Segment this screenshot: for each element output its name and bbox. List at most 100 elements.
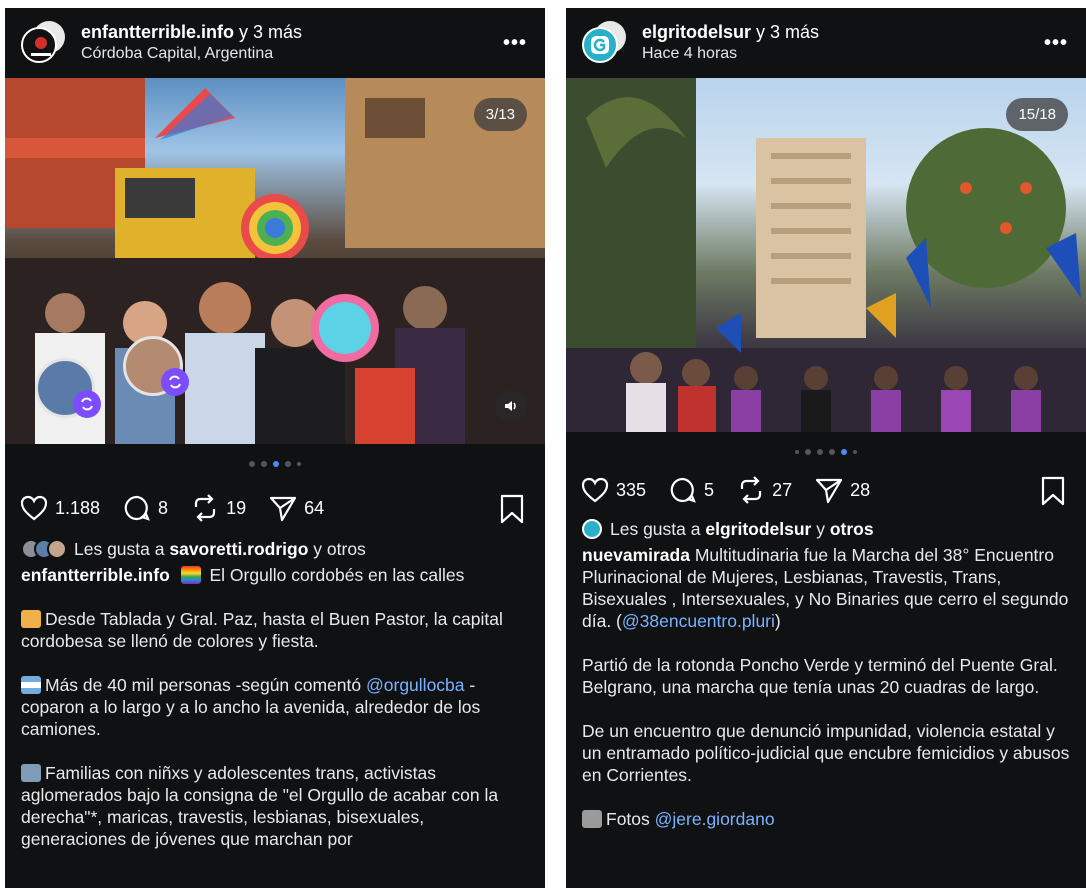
photo-womens-march	[566, 78, 1086, 432]
repost-icon	[740, 476, 762, 504]
action-bar: 335 5 27 28	[566, 472, 1086, 508]
like-count: 1.188	[55, 497, 101, 518]
author-username[interactable]: enfantterrible.info	[81, 22, 234, 42]
share-count: 64	[304, 497, 325, 518]
liked-by-line[interactable]: Les gusta a savoretti.rodrigo y otros	[21, 538, 529, 560]
caption-username[interactable]: nuevamirada	[582, 545, 690, 565]
comment-count: 8	[158, 497, 169, 518]
share-count: 28	[850, 479, 871, 500]
caption-paragraph: nuevamirada Multitudinaria fue la Marcha…	[582, 544, 1070, 632]
header-title: elgritodelsur y 3 más	[642, 21, 819, 43]
carousel-dot	[853, 450, 857, 454]
author-username[interactable]: elgritodelsur	[642, 22, 751, 42]
share-button[interactable]: 28	[814, 475, 870, 505]
post-caption: Les gusta a savoretti.rodrigo y otros en…	[5, 532, 545, 850]
carousel-dot	[829, 449, 835, 455]
liked-by-line[interactable]: Les gusta a elgritodelsur y otros	[582, 518, 1070, 540]
heart-icon	[581, 477, 609, 503]
sound-toggle-button[interactable]	[495, 390, 527, 422]
send-icon	[269, 496, 297, 522]
media-counter: 15/18	[1006, 98, 1068, 131]
save-button[interactable]	[1040, 476, 1066, 511]
caption-headline-text: El Orgullo cordobés en las calles	[204, 565, 465, 585]
caption-paragraph: De un encuentro que denunció impunidad, …	[582, 721, 1070, 785]
repost-button[interactable]: 19	[190, 493, 246, 523]
mention-link[interactable]: @jere.giordano	[655, 809, 775, 829]
liked-by-middle: y	[811, 519, 830, 539]
logo-icon	[31, 37, 51, 56]
repost-icon	[194, 494, 216, 522]
like-button[interactable]: 335	[580, 475, 646, 505]
liked-by-others[interactable]: otros	[830, 519, 874, 539]
author-avatar-stack[interactable]	[19, 19, 67, 67]
caption-paragraph: Más de 40 mil personas -según comentó @o…	[21, 674, 529, 740]
liked-by-user[interactable]: elgritodelsur	[705, 519, 811, 539]
post-image[interactable]: 15/18	[566, 78, 1086, 432]
carousel-dot-active	[273, 461, 279, 467]
caption-text: Desde Tablada y Gral. Paz, hasta el Buen…	[21, 609, 503, 651]
repost-count: 19	[226, 497, 247, 518]
bookmark-icon	[1041, 476, 1065, 506]
logo-icon	[591, 36, 609, 54]
share-button[interactable]: 64	[268, 493, 324, 523]
author-avatar	[582, 27, 618, 63]
heart-icon	[20, 495, 48, 521]
save-button[interactable]	[499, 494, 525, 529]
carousel-dot	[249, 461, 255, 467]
more-options-button[interactable]: •••	[1044, 32, 1068, 55]
carousel-dot	[795, 450, 799, 454]
caption-text: )	[774, 611, 781, 631]
timestamp-label: Hace 4 horas	[642, 45, 738, 62]
caption-paragraph: Fotos @jere.giordano	[582, 808, 1070, 830]
post-image[interactable]: 3/13	[5, 78, 545, 444]
repost-icon	[161, 368, 189, 396]
carousel-dot	[817, 449, 823, 455]
location-label[interactable]: Córdoba Capital, Argentina	[81, 43, 302, 65]
author-avatar-stack[interactable]	[580, 19, 628, 67]
post-header: enfantterrible.info y 3 más Córdoba Capi…	[5, 8, 545, 78]
carousel-dot	[297, 462, 301, 466]
carousel-dot	[285, 461, 291, 467]
more-options-button[interactable]: •••	[503, 32, 527, 55]
mention-link[interactable]: @38encuentro.pluri	[622, 611, 775, 631]
caption-text: Más de 40 mil personas -según comentó	[45, 675, 366, 695]
carousel-dot	[805, 449, 811, 455]
author-avatar	[21, 27, 57, 63]
liked-by-suffix: y otros	[308, 539, 366, 559]
comment-icon	[124, 495, 150, 521]
repost-button[interactable]: 27	[736, 475, 792, 505]
people-emoji-icon	[21, 764, 41, 782]
coauthors-label[interactable]: y 3 más	[234, 22, 302, 42]
post-caption: Les gusta a elgritodelsur y otros nuevam…	[566, 508, 1086, 830]
caption-text: Familias con niñxs y adolescentes trans,…	[21, 763, 499, 849]
repost-count: 27	[772, 479, 793, 500]
liked-by-user[interactable]: savoretti.rodrigo	[169, 539, 308, 559]
carousel-dot-active	[841, 449, 847, 455]
caption-username[interactable]: enfantterrible.info	[21, 565, 170, 585]
send-icon	[815, 478, 843, 504]
argentina-flag-icon	[21, 676, 41, 694]
comment-icon	[670, 477, 696, 503]
speaker-icon	[505, 401, 516, 411]
mention-link[interactable]: @orgullocba	[366, 675, 465, 695]
like-button[interactable]: 1.188	[19, 493, 100, 523]
comment-button[interactable]: 8	[122, 493, 168, 523]
repost-icon	[73, 390, 101, 418]
header-title: enfantterrible.info y 3 más	[81, 21, 302, 43]
rainbow-emoji-icon	[180, 566, 201, 584]
comment-button[interactable]: 5	[668, 475, 714, 505]
caption-paragraph: Familias con niñxs y adolescentes trans,…	[21, 762, 529, 850]
liker-avatar	[582, 519, 602, 539]
carousel-dot	[261, 461, 267, 467]
carousel-indicator	[566, 432, 1086, 472]
post-card-left: enfantterrible.info y 3 más Córdoba Capi…	[5, 8, 545, 888]
post-header: elgritodelsur y 3 más Hace 4 horas •••	[566, 8, 1086, 78]
caption-paragraph: Desde Tablada y Gral. Paz, hasta el Buen…	[21, 608, 529, 652]
coauthors-label[interactable]: y 3 más	[751, 22, 819, 42]
carousel-indicator	[5, 444, 545, 484]
post-card-right: elgritodelsur y 3 más Hace 4 horas ••• 1…	[566, 8, 1086, 888]
action-bar: 1.188 8 19 64	[5, 484, 545, 532]
caption-text: Fotos	[606, 809, 655, 829]
media-counter: 3/13	[473, 98, 527, 131]
camera-emoji-icon	[582, 810, 602, 828]
